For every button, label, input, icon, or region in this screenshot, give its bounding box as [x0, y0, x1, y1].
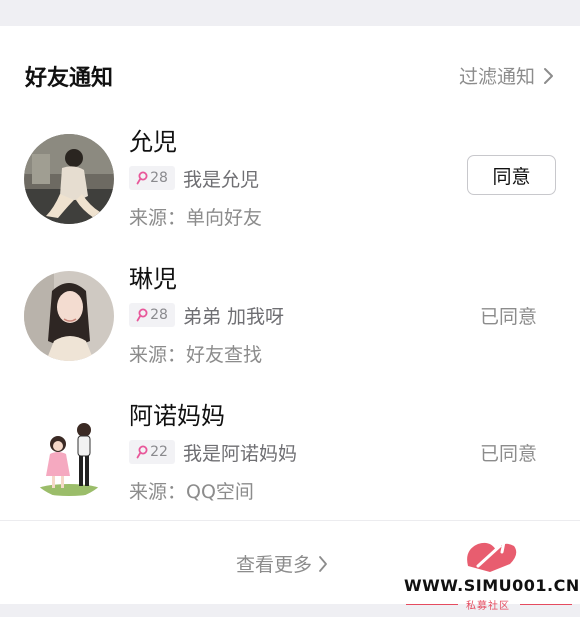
- friend-notification-card: 好友通知 过滤通知 允児 28 我是允児 来源：单向好友 同意 琳児 28 弟弟…: [0, 26, 580, 604]
- watermark: WWW.SIMU001.CN 私募社区: [400, 536, 580, 614]
- chevron-right-icon: [543, 67, 554, 85]
- agree-button[interactable]: 同意: [467, 155, 556, 195]
- notification-row[interactable]: 琳児 28 弟弟 加我呀 来源：好友查找 已同意: [0, 259, 580, 396]
- divider: [0, 520, 580, 521]
- notification-row[interactable]: 允児 28 我是允児 来源：单向好友 同意: [0, 122, 580, 259]
- card-header: 好友通知 过滤通知: [0, 26, 580, 122]
- avatar[interactable]: [24, 271, 114, 361]
- female-icon: [136, 308, 148, 322]
- friend-name: 阿诺妈妈: [129, 402, 225, 430]
- filter-notifications-link[interactable]: 过滤通知: [459, 62, 554, 89]
- female-icon: [136, 445, 148, 459]
- watermark-line: [406, 604, 458, 605]
- gender-age-badge: 22: [129, 440, 175, 464]
- age-value: 22: [150, 444, 168, 460]
- friend-name: 琳児: [129, 265, 177, 293]
- chevron-right-icon: [318, 555, 328, 573]
- request-message: 弟弟 加我呀: [183, 306, 285, 328]
- filter-label: 过滤通知: [458, 66, 535, 88]
- request-source: 来源：好友查找: [129, 344, 263, 366]
- watermark-line: [520, 604, 572, 605]
- watermark-logo-icon: [460, 536, 520, 578]
- avatar[interactable]: [24, 408, 114, 498]
- female-icon: [136, 171, 148, 185]
- notification-row[interactable]: 阿诺妈妈 22 我是阿诺妈妈 来源：QQ空间 已同意: [0, 396, 580, 533]
- friend-name: 允児: [129, 128, 177, 156]
- view-more-label: 查看更多: [236, 554, 313, 576]
- agreed-status: 已同意: [480, 306, 538, 328]
- request-message: 我是允児: [183, 169, 260, 191]
- watermark-subtitle: 私募社区: [466, 601, 510, 612]
- age-value: 28: [150, 170, 168, 186]
- page-title: 好友通知: [25, 66, 114, 91]
- age-value: 28: [150, 307, 168, 323]
- request-source: 来源：QQ空间: [129, 481, 254, 503]
- request-message: 我是阿诺妈妈: [183, 443, 298, 465]
- gender-age-badge: 28: [129, 166, 175, 190]
- gender-age-badge: 28: [129, 303, 175, 327]
- view-more-link[interactable]: 查看更多: [236, 550, 328, 577]
- agreed-status: 已同意: [480, 443, 538, 465]
- watermark-site: WWW.SIMU001.CN: [404, 576, 580, 595]
- request-source: 来源：单向好友: [129, 207, 263, 229]
- avatar[interactable]: [24, 134, 114, 224]
- top-band: [0, 0, 580, 26]
